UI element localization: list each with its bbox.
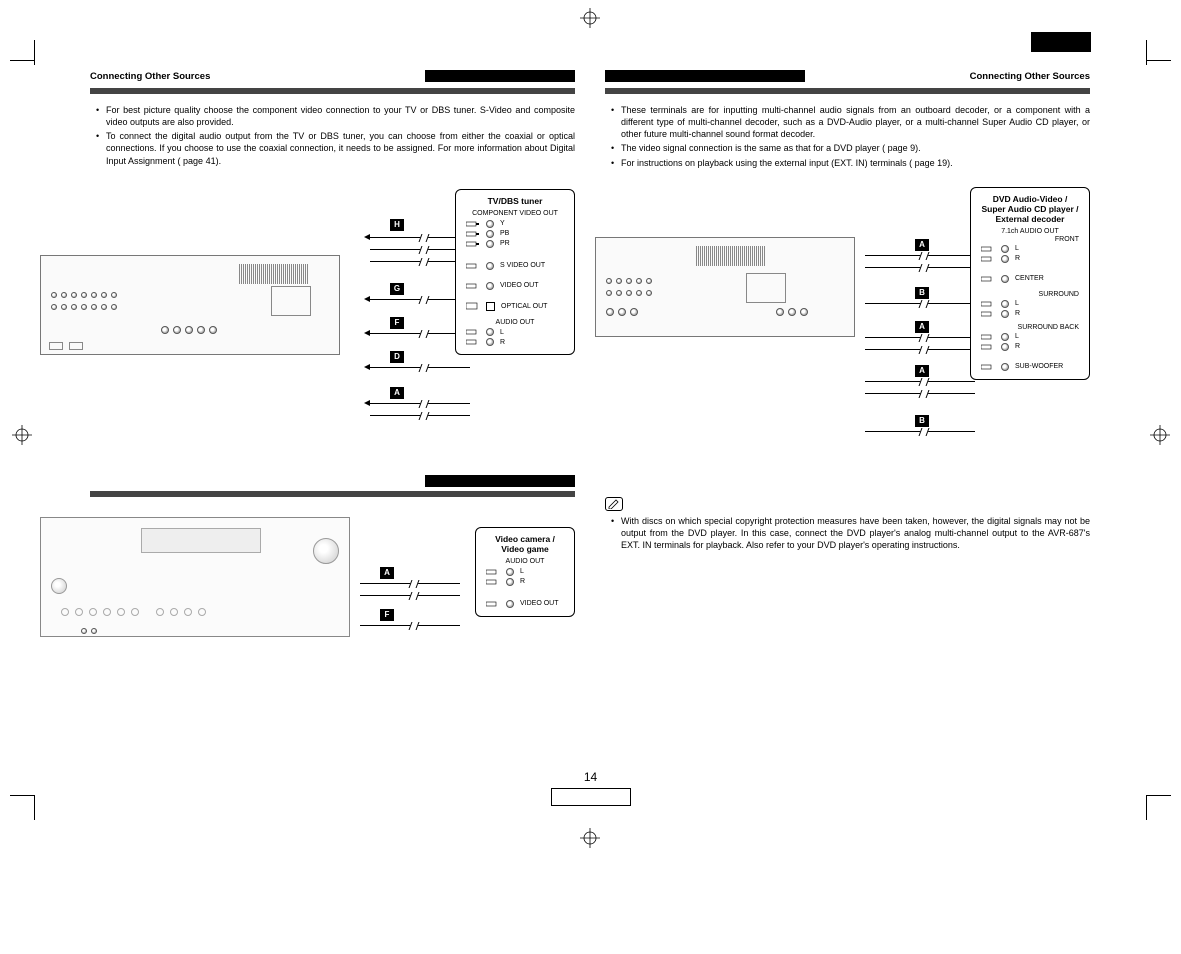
- terminal-label: L: [500, 329, 504, 336]
- bullet-item: These terminals are for inputting multi-…: [613, 104, 1090, 140]
- source-title: TV/DBS tuner: [466, 196, 564, 206]
- receiver-front-panel: [40, 517, 350, 637]
- crop-mark: [34, 795, 35, 820]
- divider: [90, 88, 575, 94]
- terminal-label: L: [1015, 300, 1019, 307]
- terminal-label: R: [500, 339, 505, 346]
- source-title: Video camera / Video game: [486, 534, 564, 554]
- bullet-item: To connect the digital audio output from…: [98, 130, 575, 166]
- callout-d: D: [390, 351, 404, 363]
- group-label: SUB-WOOFER: [1015, 363, 1063, 370]
- group-label: CENTER: [1015, 275, 1044, 282]
- callout-b: B: [915, 415, 929, 427]
- crop-mark: [34, 40, 35, 65]
- callout-a: A: [915, 239, 929, 251]
- source-title: DVD Audio-Video / Super Audio CD player …: [981, 194, 1079, 225]
- registration-mark-left: [12, 425, 32, 445]
- receiver-rear-panel: [595, 237, 855, 337]
- divider: [90, 491, 575, 497]
- crop-mark: [1146, 60, 1171, 61]
- receiver-rear-panel: [40, 255, 340, 355]
- pencil-note-icon: [605, 497, 623, 511]
- section-title-right: Connecting Other Sources: [970, 71, 1090, 82]
- group-label: FRONT: [981, 236, 1079, 243]
- source-ext-decoder: DVD Audio-Video / Super Audio CD player …: [970, 187, 1090, 380]
- callout-h: H: [390, 219, 404, 231]
- bullet-item: With discs on which special copyright pr…: [613, 515, 1090, 551]
- section-title-left: Connecting Other Sources: [90, 71, 210, 82]
- page-content: Connecting Other Sources For best pictur…: [90, 70, 1090, 667]
- terminal-label: R: [1015, 310, 1020, 317]
- callout-b: B: [915, 287, 929, 299]
- callout-g: G: [390, 283, 404, 295]
- terminal-label: Y: [500, 220, 505, 227]
- left-column: Connecting Other Sources For best pictur…: [90, 70, 575, 667]
- source-tv-dbs: TV/DBS tuner COMPONENT VIDEO OUT Y PB PR…: [455, 189, 575, 356]
- vent-grill: [239, 264, 309, 284]
- audio-heading: AUDIO OUT: [466, 319, 564, 327]
- component-heading: COMPONENT VIDEO OUT: [466, 210, 564, 218]
- page-number: 14: [551, 770, 631, 784]
- terminal-label: PB: [500, 230, 509, 237]
- registration-mark-bottom: [580, 828, 600, 848]
- crop-mark: [10, 60, 35, 61]
- right-column: Connecting Other Sources These terminals…: [605, 70, 1090, 667]
- crop-mark: [10, 795, 35, 796]
- registration-mark-top: [580, 8, 600, 28]
- terminal-label: L: [520, 568, 524, 575]
- diagram-ext-in: A B A A B DVD Audio-Video / Super Audio …: [605, 197, 1090, 477]
- crop-mark: [1146, 795, 1147, 820]
- left-bullet-list: For best picture quality choose the comp…: [90, 104, 575, 167]
- callout-f: F: [380, 609, 394, 621]
- section-bar: [425, 70, 575, 82]
- terminal-label: OPTICAL OUT: [501, 303, 547, 310]
- callout-a: A: [390, 387, 404, 399]
- header-black-block: [1031, 32, 1091, 52]
- callout-a: A: [915, 321, 929, 333]
- terminal-label: R: [1015, 255, 1020, 262]
- divider: [605, 88, 1090, 94]
- terminal-label: S VIDEO OUT: [500, 262, 545, 269]
- right-note-list: With discs on which special copyright pr…: [605, 515, 1090, 551]
- group-label: SURROUND BACK: [981, 324, 1079, 331]
- registration-mark-right: [1150, 425, 1170, 445]
- bullet-item: For best picture quality choose the comp…: [98, 104, 575, 128]
- audio-heading: AUDIO OUT: [486, 558, 564, 566]
- crop-mark: [1146, 795, 1171, 796]
- page-number-box: [551, 788, 631, 806]
- bullet-item: The video signal connection is the same …: [613, 142, 1090, 154]
- heading-71ch: 7.1ch AUDIO OUT: [981, 228, 1079, 236]
- section-bar: [425, 475, 575, 487]
- diagram-video-camera: A F Video camera / Video game AUDIO OUT …: [90, 507, 575, 667]
- right-bullet-list: These terminals are for inputting multi-…: [605, 104, 1090, 169]
- callout-a: A: [915, 365, 929, 377]
- section-bar: [605, 70, 805, 82]
- crop-mark: [1146, 40, 1147, 65]
- callout-a: A: [380, 567, 394, 579]
- group-label: SURROUND: [981, 291, 1079, 298]
- terminal-label: L: [1015, 333, 1019, 340]
- terminal-label: R: [520, 578, 525, 585]
- diagram-tv-dbs: H G F D A TV: [90, 195, 575, 455]
- bullet-item: For instructions on playback using the e…: [613, 157, 1090, 169]
- terminal-label: PR: [500, 240, 510, 247]
- terminal-label: VIDEO OUT: [500, 282, 539, 289]
- terminal-label: VIDEO OUT: [520, 600, 559, 607]
- vent-grill: [696, 246, 766, 266]
- callout-f: F: [390, 317, 404, 329]
- terminal-label: L: [1015, 245, 1019, 252]
- terminal-label: R: [1015, 343, 1020, 350]
- source-video-camera: Video camera / Video game AUDIO OUT L R …: [475, 527, 575, 617]
